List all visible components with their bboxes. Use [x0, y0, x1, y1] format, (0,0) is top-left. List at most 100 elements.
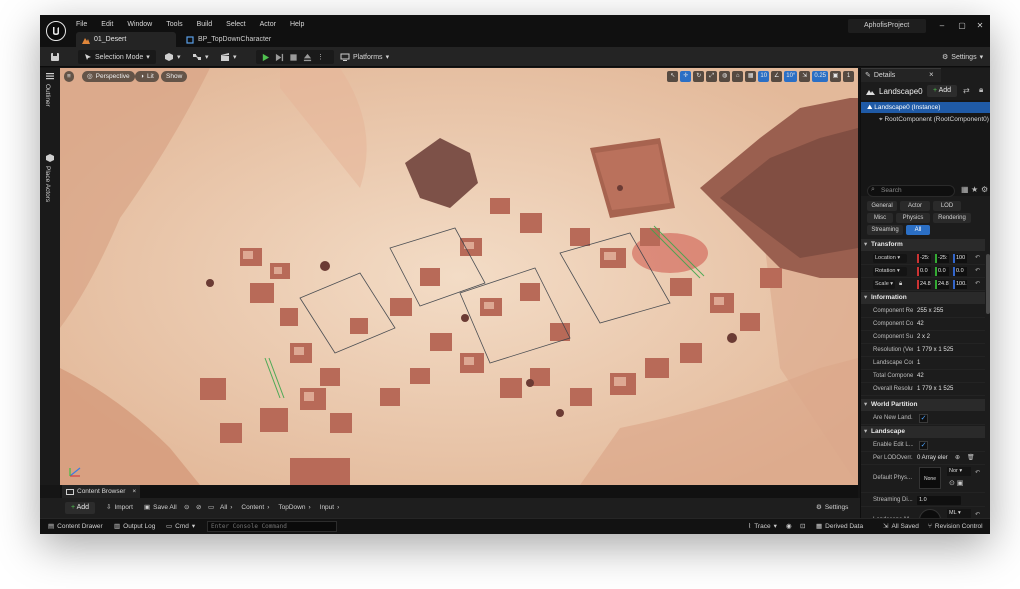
angle-snap-icon[interactable]: ∠	[771, 71, 783, 82]
section-information[interactable]: Information	[861, 292, 985, 304]
scale-dropdown[interactable]: Scale ▾	[873, 280, 895, 289]
details-scrollbar[interactable]	[986, 254, 990, 314]
breadcrumb-topdown[interactable]: TopDown	[278, 502, 305, 514]
gear-icon[interactable]: ⚙	[981, 185, 988, 194]
use-selected-icon[interactable]: ⊙ ▣	[949, 477, 963, 490]
console-command-input[interactable]	[207, 521, 337, 532]
content-drawer-button[interactable]: ▤ Content Drawer	[48, 521, 103, 533]
rotation-z[interactable]: 0.0 °	[953, 267, 967, 276]
select-tool-icon[interactable]: ↖	[667, 71, 679, 82]
history-forward-button[interactable]: ⊘	[196, 502, 201, 514]
unreal-logo-icon[interactable]	[46, 21, 66, 41]
perspective-button[interactable]: ◎ Perspective	[82, 71, 135, 82]
menu-build[interactable]: Build	[197, 19, 213, 31]
level-viewport[interactable]: ≡ ◎ Perspective ◑ Lit Show ↖ ✛ ↻ ⤢ ◍ ⌂ ▦…	[60, 68, 858, 485]
folder-icon[interactable]: ▭	[208, 502, 214, 514]
filter-all[interactable]: All	[906, 225, 930, 235]
output-log-button[interactable]: ▥ Output Log	[114, 521, 155, 533]
scale-snap-icon[interactable]: ⇲	[799, 71, 811, 82]
details-search-input[interactable]: Search	[867, 185, 955, 197]
rotate-tool-icon[interactable]: ↻	[693, 71, 705, 82]
surface-snap-icon[interactable]: ⌂	[732, 71, 744, 82]
breadcrumb-all[interactable]: All	[220, 502, 227, 514]
reset-icon[interactable]: ↶	[975, 278, 980, 291]
grid-snap-icon[interactable]: ▦	[745, 71, 757, 82]
grid-snap-value[interactable]: 10	[758, 71, 770, 82]
close-icon[interactable]: ×	[132, 488, 136, 495]
lock-ratio-icon[interactable]: 🔒︎	[899, 278, 902, 291]
star-icon[interactable]: ★	[971, 185, 978, 194]
blueprint-tab[interactable]: BP_TopDownCharacter	[186, 32, 271, 47]
cinematics-button[interactable]: ▾	[220, 50, 237, 64]
reset-icon[interactable]: ↶	[975, 467, 980, 480]
lock-icon[interactable]: 🔒︎	[979, 85, 983, 95]
phys-material-dropdown[interactable]: Nor ▾	[947, 467, 971, 476]
show-button[interactable]: Show	[161, 71, 188, 82]
none-thumbnail[interactable]: None	[919, 467, 941, 489]
streaming-input[interactable]: 1.0	[917, 496, 961, 505]
more-options-icon[interactable]: ⋮	[317, 53, 324, 61]
camera-speed-icon[interactable]: ▣	[830, 71, 841, 82]
place-actors-tab[interactable]: Place Actors	[44, 166, 51, 202]
tree-item-landscape[interactable]: ⛰︎ Landscape0 (Instance)	[861, 102, 990, 113]
blueprint-convert-icon[interactable]: ⇄	[963, 86, 970, 95]
menu-edit[interactable]: Edit	[101, 19, 113, 31]
all-saved-button[interactable]: ⇲ All Saved	[883, 521, 919, 533]
viewport-menu-button[interactable]: ≡	[64, 71, 74, 82]
location-y[interactable]: -25:	[935, 254, 949, 263]
trace-button[interactable]: ⌇ Trace ▾	[748, 521, 777, 533]
location-dropdown[interactable]: Location ▾	[873, 254, 907, 263]
are-new-checkbox[interactable]: ✓	[919, 414, 928, 423]
close-button[interactable]: ✕	[972, 19, 988, 33]
level-tab[interactable]: 01_Desert	[76, 32, 176, 47]
rotation-y[interactable]: 0.0 °	[935, 267, 949, 276]
eject-icon[interactable]	[303, 53, 312, 62]
save-all-button[interactable]: ▣ Save All	[144, 502, 177, 514]
content-settings-button[interactable]: ⚙ Settings	[816, 502, 848, 514]
translate-tool-icon[interactable]: ✛	[680, 71, 692, 82]
filter-streaming[interactable]: Streaming	[867, 225, 903, 235]
rotation-dropdown[interactable]: Rotation ▾	[873, 267, 907, 276]
filter-actor[interactable]: Actor	[900, 201, 930, 211]
rotation-x[interactable]: 0.0 °	[917, 267, 931, 276]
section-transform[interactable]: Transform	[861, 239, 985, 251]
outliner-tab[interactable]: Outliner	[44, 84, 51, 107]
world-space-icon[interactable]: ◍	[719, 71, 731, 82]
menu-window[interactable]: Window	[127, 19, 152, 31]
menu-select[interactable]: Select	[226, 19, 245, 31]
scale-snap-value[interactable]: 0.25	[812, 71, 828, 82]
add-component-button[interactable]: + Add	[927, 85, 957, 97]
details-close-icon[interactable]: ×	[929, 70, 934, 79]
reset-icon[interactable]: ↶	[975, 265, 980, 278]
camera-speed-value[interactable]: 1	[843, 71, 854, 82]
location-x[interactable]: -25:	[917, 254, 931, 263]
scale-y[interactable]: 24.8	[935, 280, 949, 289]
menu-file[interactable]: File	[76, 19, 87, 31]
filter-general[interactable]: General	[867, 201, 897, 211]
enable-edit-checkbox[interactable]: ✓	[919, 441, 928, 450]
location-z[interactable]: 100	[953, 254, 967, 263]
content-add-button[interactable]: + Add	[65, 502, 95, 514]
menu-tools[interactable]: Tools	[166, 19, 182, 31]
blueprints-button[interactable]: ▾	[192, 50, 209, 64]
record-icon[interactable]: ◉	[786, 521, 792, 533]
tree-item-root-component[interactable]: ⌖ RootComponent (RootComponent0)	[861, 114, 990, 125]
breadcrumb-input[interactable]: Input	[320, 502, 334, 514]
trash-icon[interactable]: 🗑︎	[967, 452, 975, 465]
content-browser-tab[interactable]: Content Browser ×	[62, 485, 140, 498]
derived-data-button[interactable]: ▦ Derived Data	[816, 521, 863, 533]
step-icon[interactable]	[275, 53, 284, 62]
table-view-icon[interactable]: ▦	[961, 185, 969, 194]
screenshot-icon[interactable]: ⊡	[800, 521, 805, 533]
history-back-button[interactable]: ⊝	[184, 502, 189, 514]
selection-mode-dropdown[interactable]: Selection Mode ▾	[78, 50, 156, 64]
minimize-button[interactable]: –	[934, 19, 950, 33]
stop-icon[interactable]	[289, 53, 298, 62]
scale-z[interactable]: 100.	[953, 280, 967, 289]
cmd-dropdown[interactable]: ▭ Cmd ▾	[166, 521, 195, 533]
filter-rendering[interactable]: Rendering	[933, 213, 971, 223]
filter-physics[interactable]: Physics	[896, 213, 930, 223]
filter-lod[interactable]: LOD	[933, 201, 961, 211]
lit-button[interactable]: ◑ Lit	[135, 71, 159, 82]
maximize-button[interactable]: ▢	[954, 19, 970, 33]
